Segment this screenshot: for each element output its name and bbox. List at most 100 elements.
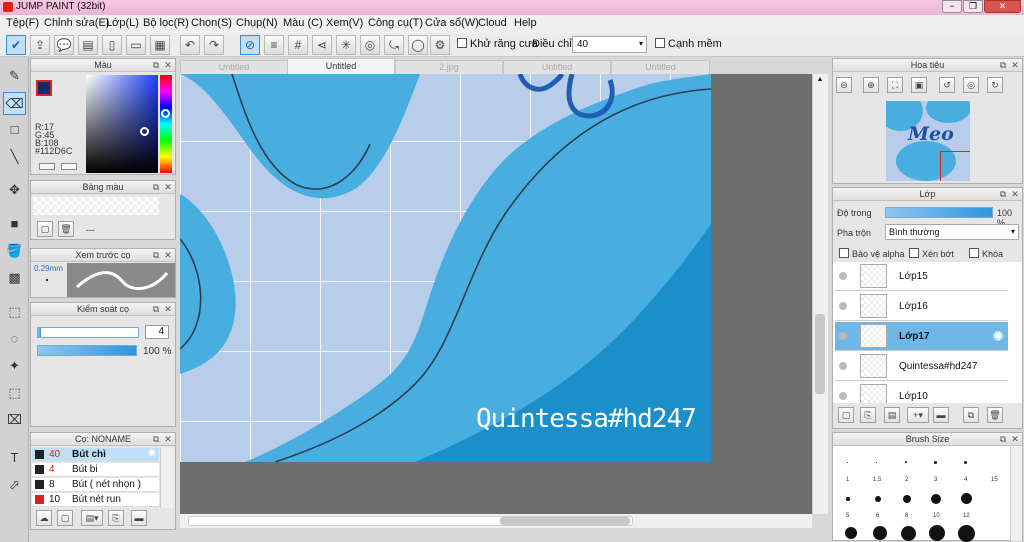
brush-list-scrollbar[interactable] [160, 448, 174, 508]
actual-size-icon[interactable]: ▣ [911, 77, 927, 93]
move-tool-icon[interactable]: ✥ [3, 179, 26, 202]
tab-untitled-1[interactable]: Untitled [180, 60, 288, 74]
detach-icon[interactable]: ⧉ [151, 250, 161, 260]
snap-parallel-icon[interactable]: ≡ [264, 35, 284, 55]
select-rect-icon[interactable]: ⬚ [3, 301, 26, 324]
comment-icon[interactable]: 💬 [54, 35, 74, 55]
layer-visibility-icon[interactable] [839, 362, 847, 370]
snap-curve-icon[interactable]: ⤿ [384, 35, 404, 55]
primary-color-swatch[interactable] [36, 80, 52, 96]
brush-size-dot[interactable] [901, 526, 916, 541]
vertical-scroll-thumb[interactable] [815, 314, 825, 394]
layer-mask-icon[interactable]: ▤ [884, 407, 900, 423]
brush-size-dot[interactable] [958, 525, 975, 542]
swatch-grid[interactable] [33, 197, 159, 215]
quick-mask-icon[interactable]: ✔ [6, 35, 26, 55]
detach-icon[interactable]: ⧉ [151, 304, 161, 314]
snap-ellipse-icon[interactable]: ◯ [408, 35, 428, 55]
redo-icon[interactable]: ↷ [204, 35, 224, 55]
layer-row[interactable]: Lớp10 [835, 382, 1008, 403]
brush-size-dot[interactable] [846, 497, 850, 501]
brush-size-dot[interactable] [875, 496, 881, 502]
protect-alpha-checkbox[interactable]: Bảo vệ alpha [839, 248, 905, 259]
snap-off-icon[interactable]: ⊘ [240, 35, 260, 55]
brush-size-dot[interactable] [961, 493, 972, 504]
canvas-horizontal-scrollbar[interactable] [180, 514, 812, 528]
brush-size-dot[interactable] [929, 525, 945, 541]
panel-close-icon[interactable]: ✕ [1010, 60, 1020, 70]
brush-item[interactable]: 4 Bút bi [32, 463, 159, 477]
close-button[interactable]: ✕ [984, 0, 1021, 13]
brush-opacity-slider[interactable] [37, 345, 137, 356]
antialias-checkbox[interactable]: Khử răng cưa [457, 38, 538, 50]
horizontal-scroll-thumb[interactable] [500, 517, 630, 525]
new-brush-icon[interactable]: ▢ [57, 510, 73, 526]
add-layer-menu-icon[interactable]: +▾ [907, 407, 929, 423]
detach-icon[interactable]: ⧉ [151, 182, 161, 192]
message-icon[interactable]: ▤ [78, 35, 98, 55]
color-picker-cursor[interactable] [140, 127, 149, 136]
artwork-canvas[interactable]: Quintessa#hd247 [180, 74, 711, 462]
lock-checkbox[interactable]: Khóa [969, 248, 1003, 259]
snap-grid-icon[interactable]: # [288, 35, 308, 55]
menu-file[interactable]: Tệp(F) [6, 17, 39, 29]
restore-button[interactable]: ❐ [963, 0, 983, 13]
layer-opacity-slider[interactable] [885, 207, 993, 218]
copy-brush-icon[interactable]: ⎘ [108, 510, 124, 526]
menu-edit[interactable]: Chỉnh sửa(E) [44, 17, 109, 29]
duplicate-layer-icon[interactable]: ⎘ [860, 407, 876, 423]
color-mode-button-2[interactable] [61, 163, 77, 170]
brush-size-dot[interactable] [905, 461, 907, 463]
magic-wand-icon[interactable]: ✦ [3, 355, 26, 378]
document-icon[interactable]: ▭ [126, 35, 146, 55]
menu-view[interactable]: Xem(V) [326, 17, 363, 29]
delete-swatch-icon[interactable]: 🗑 [58, 221, 74, 237]
brush-size-dot[interactable] [903, 495, 911, 503]
gear-icon[interactable]: ✺ [148, 448, 156, 459]
layer-row[interactable]: Quintessa#hd247 [835, 352, 1008, 381]
layer-visibility-icon[interactable] [839, 392, 847, 400]
layer-row[interactable]: Lớp17 ✺ [835, 322, 1008, 351]
snap-perspective-icon[interactable]: ⋖ [312, 35, 332, 55]
brush-item[interactable]: 10 Bút nét run [32, 493, 159, 507]
delete-layer-icon[interactable]: 🗑 [987, 407, 1003, 423]
panel-close-icon[interactable]: ✕ [1010, 434, 1020, 444]
layer-folder-icon[interactable]: ▬ [933, 407, 949, 423]
gear-icon[interactable]: ✺ [992, 328, 1004, 345]
brush-size-dot[interactable] [873, 526, 887, 540]
snap-concentric-icon[interactable]: ◎ [360, 35, 380, 55]
menu-tools[interactable]: Công cụ(T) [368, 17, 423, 29]
rect-select-icon[interactable]: □ [3, 119, 26, 142]
blend-mode-select[interactable]: Bình thường ▾ [885, 224, 1019, 240]
panel-close-icon[interactable]: ✕ [163, 60, 173, 70]
cloud-brush-icon[interactable]: ☁ [36, 510, 52, 526]
detach-icon[interactable]: ⧉ [998, 189, 1008, 199]
panel-close-icon[interactable]: ✕ [163, 304, 173, 314]
layer-visibility-icon[interactable] [839, 272, 847, 280]
detach-icon[interactable]: ⧉ [151, 434, 161, 444]
panel-close-icon[interactable]: ✕ [163, 182, 173, 192]
select-pen-icon[interactable]: ⬚ [3, 382, 26, 405]
adjust-value-select[interactable]: 40 ▾ [572, 36, 647, 53]
brush-item[interactable]: 40 Bút chì ✺ [32, 448, 159, 462]
clipping-checkbox[interactable]: Xén bớt [909, 248, 954, 259]
brush-size-slider[interactable] [37, 327, 139, 338]
menu-help[interactable]: Help [514, 17, 537, 29]
grid-layout-icon[interactable]: ▦ [150, 35, 170, 55]
snap-radial-icon[interactable]: ✳ [336, 35, 356, 55]
brush-size-dot[interactable] [931, 494, 941, 504]
canvas-vertical-scrollbar[interactable]: ▲ [812, 74, 828, 514]
hue-slider[interactable] [160, 75, 172, 173]
minimize-button[interactable]: − [942, 0, 962, 13]
soft-edge-checkbox[interactable]: Cạnh mềm [655, 38, 722, 50]
brush-size-dot[interactable] [845, 527, 857, 539]
layer-row[interactable]: Lớp15 [835, 262, 1008, 291]
scroll-up-icon[interactable]: ▲ [814, 76, 826, 86]
gradient-tool-icon[interactable]: ▩ [3, 267, 26, 290]
navigator-thumbnail[interactable]: Meo [886, 101, 970, 181]
text-tool-icon[interactable]: T [3, 447, 26, 470]
brush-item[interactable]: 8 Bút ( nét nhọn ) [32, 478, 159, 492]
menu-color[interactable]: Màu (C) [283, 17, 323, 29]
tab-untitled-4[interactable]: Untitled [611, 60, 710, 74]
menu-snap[interactable]: Chụp(N) [236, 17, 278, 29]
